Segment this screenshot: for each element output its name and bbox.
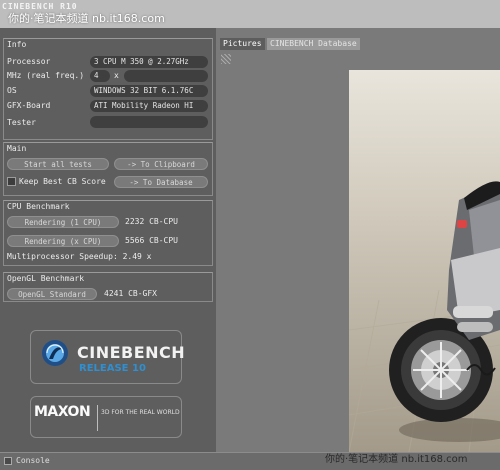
right-panel: Pictures CINEBENCH Database [216,28,500,452]
render-xcpu-button[interactable]: Rendering (x CPU) [7,235,119,247]
processor-field[interactable]: 3 CPU M 350 @ 2.27GHz [90,56,208,68]
keep-best-checkbox[interactable] [7,177,16,186]
to-clipboard-button[interactable]: -> To Clipboard [114,158,208,170]
main-title: Main [7,144,27,153]
motorbike-render [349,70,500,452]
title-bar: CINEBENCH R10 你的·笔记本频道 nb.it168.com [0,0,500,28]
render-preview-image [349,70,500,452]
tester-label: Tester [7,118,36,127]
mhz-multiplier: x [114,71,119,80]
maxon-logo: MAXON 3D FOR THE REAL WORLD [30,396,182,438]
tester-field[interactable] [90,116,208,128]
tab-cinebench-database[interactable]: CINEBENCH Database [267,38,360,50]
opengl-benchmark-group: OpenGL Benchmark OpenGL Standard 4241 CB… [3,272,213,302]
left-panel: Info Processor 3 CPU M 350 @ 2.27GHz MHz… [0,28,216,470]
cinebench-logo: CINEBENCH RELEASE 10 [30,330,186,384]
console-toggle-icon[interactable] [4,457,12,465]
os-label: OS [7,86,17,95]
maxon-divider [97,405,98,431]
maxon-text: MAXON [34,404,91,420]
tab-pictures[interactable]: Pictures [220,38,265,50]
os-field[interactable]: WINDOWS 32 BIT 6.1.76C [90,85,208,97]
logo-name: CINEBENCH [77,343,186,362]
mhz-field[interactable]: 4 [90,70,110,82]
cinebench-swirl-icon [42,340,68,366]
watermark-top: 你的·笔记本频道 nb.it168.com [8,12,165,25]
maxon-tagline: 3D FOR THE REAL WORLD [101,409,180,416]
speedup-text: Multiprocessor Speedup: 2.49 x [7,252,152,261]
console-label: Console [16,456,50,465]
info-title: Info [7,40,27,49]
to-database-button[interactable]: -> To Database [114,176,208,188]
cpu-title: CPU Benchmark [7,202,70,211]
watermark-bottom: 你的·笔记本频道 nb.it168.com [325,454,468,465]
gfx-field[interactable]: ATI Mobility Radeon HI [90,100,208,112]
gfx-label: GFX-Board [7,101,51,110]
mhz-label: MHz (real freq.) [7,71,85,80]
main-group: Main Start all tests -> To Clipboard Kee… [3,142,213,196]
score-xcpu: 5566 CB-CPU [125,236,178,245]
info-group: Info Processor 3 CPU M 350 @ 2.27GHz MHz… [3,38,213,140]
opengl-standard-button[interactable]: OpenGL Standard [7,288,97,300]
logo-release: RELEASE 10 [79,363,146,374]
opengl-score: 4241 CB-GFX [104,289,157,298]
opengl-title: OpenGL Benchmark [7,274,85,283]
keep-best-label: Keep Best CB Score [19,177,106,186]
render-1cpu-button[interactable]: Rendering (1 CPU) [7,216,119,228]
mhz-freq-field[interactable] [124,70,208,82]
score-1cpu: 2232 CB-CPU [125,217,178,226]
cpu-benchmark-group: CPU Benchmark Rendering (1 CPU) 2232 CB-… [3,200,213,266]
resize-handle[interactable] [221,54,231,64]
processor-label: Processor [7,57,51,66]
start-all-tests-button[interactable]: Start all tests [7,158,109,170]
